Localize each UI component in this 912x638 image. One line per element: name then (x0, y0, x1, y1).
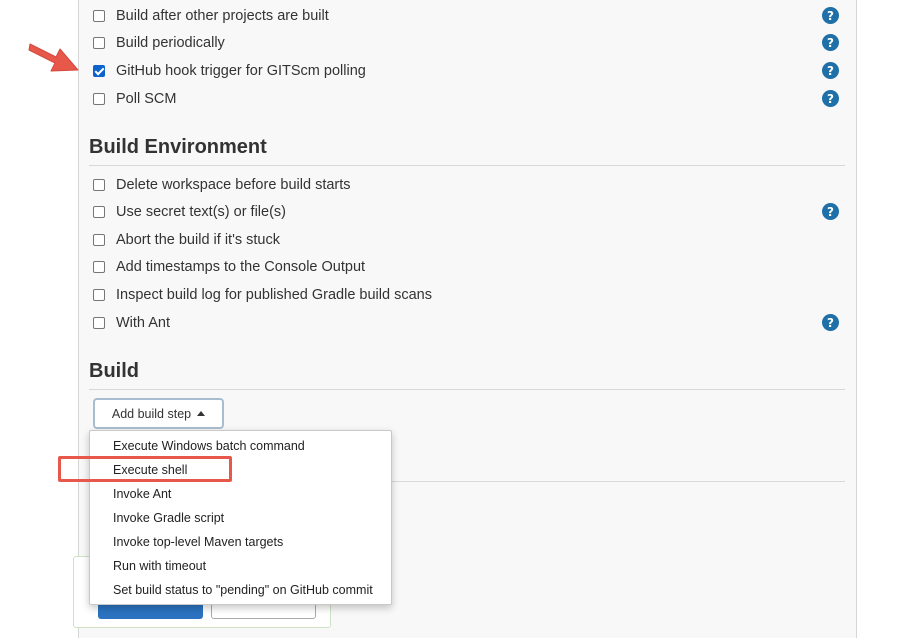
help-icon[interactable]: ? (822, 314, 839, 331)
checkbox-label: With Ant (116, 315, 170, 331)
checkbox[interactable] (93, 37, 105, 49)
checkbox[interactable] (93, 206, 105, 218)
section-title-build: Build (89, 360, 845, 390)
checkbox-label: Inspect build log for published Gradle b… (116, 287, 432, 303)
checkbox-label: Abort the build if it's stuck (116, 232, 280, 248)
add-build-step-button[interactable]: Add build step (93, 398, 224, 429)
menu-item-run-with-timeout[interactable]: Run with timeout (113, 556, 206, 576)
env-use-secret[interactable]: Use secret text(s) or file(s) (93, 202, 286, 222)
help-icon[interactable]: ? (822, 90, 839, 107)
menu-item-set-build-status[interactable]: Set build status to "pending" on GitHub … (113, 580, 373, 600)
checkbox-label: Use secret text(s) or file(s) (116, 204, 286, 220)
section-title-build-environment: Build Environment (89, 136, 845, 166)
env-delete-workspace[interactable]: Delete workspace before build starts (93, 175, 351, 195)
checkbox[interactable] (93, 289, 105, 301)
help-icon[interactable]: ? (822, 62, 839, 79)
env-add-timestamps[interactable]: Add timestamps to the Console Output (93, 257, 365, 277)
env-inspect-gradle[interactable]: Inspect build log for published Gradle b… (93, 285, 432, 305)
checkbox-label: GitHub hook trigger for GITScm polling (116, 63, 366, 79)
trigger-build-periodically[interactable]: Build periodically (93, 33, 225, 53)
checkbox-label: Build after other projects are built (116, 8, 329, 24)
checkbox-label: Add timestamps to the Console Output (116, 259, 366, 275)
caret-up-icon (197, 410, 206, 416)
menu-item-invoke-maven[interactable]: Invoke top-level Maven targets (113, 532, 283, 552)
checkbox[interactable] (93, 10, 105, 22)
checkbox[interactable] (93, 93, 105, 105)
divider (392, 481, 845, 482)
trigger-poll-scm[interactable]: Poll SCM (93, 89, 176, 109)
highlight-box-annotation (58, 456, 232, 482)
checkbox[interactable] (93, 317, 105, 329)
checkbox-checked[interactable] (93, 65, 105, 77)
menu-item-execute-windows-batch[interactable]: Execute Windows batch command (113, 436, 305, 456)
help-icon[interactable]: ? (822, 7, 839, 24)
help-icon[interactable]: ? (822, 34, 839, 51)
checkbox[interactable] (93, 234, 105, 246)
arrow-annotation-icon (28, 43, 79, 72)
help-icon[interactable]: ? (822, 203, 839, 220)
checkbox-label: Build periodically (116, 35, 225, 51)
trigger-build-after-other-projects[interactable]: Build after other projects are built (93, 6, 329, 26)
menu-item-invoke-gradle[interactable]: Invoke Gradle script (113, 508, 224, 528)
checkbox-label: Poll SCM (116, 91, 177, 107)
menu-item-invoke-ant[interactable]: Invoke Ant (113, 484, 171, 504)
env-abort-if-stuck[interactable]: Abort the build if it's stuck (93, 230, 280, 250)
checkbox-label: Delete workspace before build starts (116, 177, 351, 193)
add-build-step-label: Add build step (111, 406, 192, 421)
checkbox[interactable] (93, 261, 105, 273)
env-with-ant[interactable]: With Ant (93, 313, 170, 333)
trigger-github-hook[interactable]: GitHub hook trigger for GITScm polling (93, 61, 366, 81)
checkbox[interactable] (93, 179, 105, 191)
